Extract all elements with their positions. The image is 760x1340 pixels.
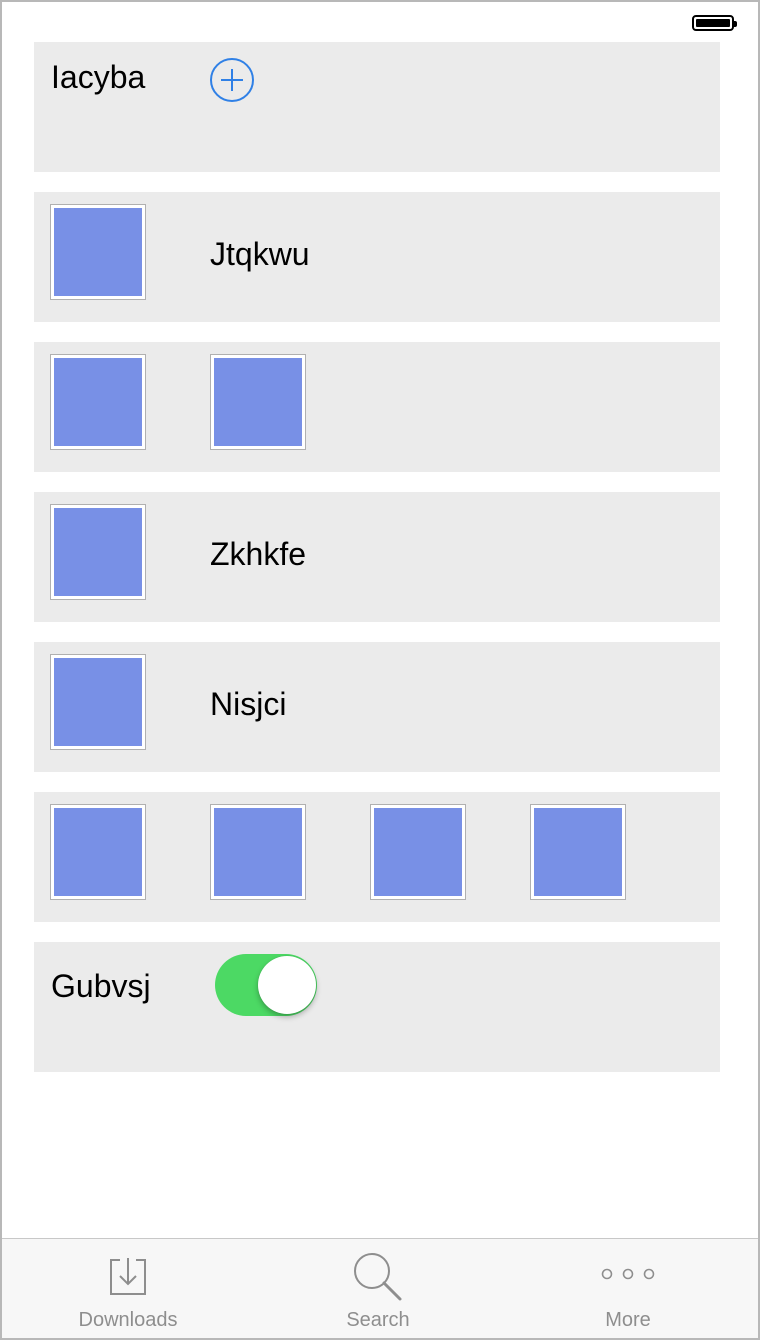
thumbnail-image[interactable]: [50, 354, 146, 450]
toggle-switch[interactable]: [215, 954, 317, 1016]
thumbnail-image: [50, 504, 146, 600]
image-row: [34, 342, 720, 472]
tab-more[interactable]: More: [502, 1239, 754, 1338]
tab-label: More: [605, 1309, 651, 1331]
app-screen: Iacyba Jtqkwu Zkhkfe Nisjci Gubvsj Downl…: [0, 0, 760, 1340]
tab-search[interactable]: Search: [252, 1239, 504, 1338]
row-label: Nisjci: [210, 686, 287, 722]
tab-bar: Downloads Search More: [2, 1238, 758, 1338]
list-row-nisjci[interactable]: Nisjci: [34, 642, 720, 772]
list-row-gubvsj: Gubvsj: [34, 942, 720, 1072]
thumbnail-image[interactable]: [370, 804, 466, 900]
list-row-jtqkwu[interactable]: Jtqkwu: [34, 192, 720, 322]
toggle-knob: [258, 956, 316, 1014]
row-label: Zkhkfe: [210, 536, 307, 572]
tab-downloads[interactable]: Downloads: [2, 1239, 254, 1338]
battery-icon: [692, 15, 737, 31]
status-bar: [2, 2, 758, 42]
thumbnail-image: [50, 654, 146, 750]
row-label: Jtqkwu: [210, 236, 310, 272]
tab-label: Search: [346, 1309, 410, 1331]
thumbnail-image[interactable]: [530, 804, 626, 900]
thumbnail-image: [50, 204, 146, 300]
download-icon: [110, 1258, 146, 1295]
row-label: Iacyba: [51, 59, 146, 95]
more-icon: [601, 1268, 655, 1280]
list-row-zkhkfe[interactable]: Zkhkfe: [34, 492, 720, 622]
image-gallery-row: [34, 792, 720, 922]
row-label: Gubvsj: [51, 968, 151, 1004]
thumbnail-image[interactable]: [50, 804, 146, 900]
add-button[interactable]: [210, 58, 254, 102]
list-row-iacyba: Iacyba: [34, 42, 720, 172]
thumbnail-image[interactable]: [210, 804, 306, 900]
thumbnail-image[interactable]: [210, 354, 306, 450]
search-icon: [354, 1253, 402, 1301]
tab-label: Downloads: [78, 1309, 178, 1331]
